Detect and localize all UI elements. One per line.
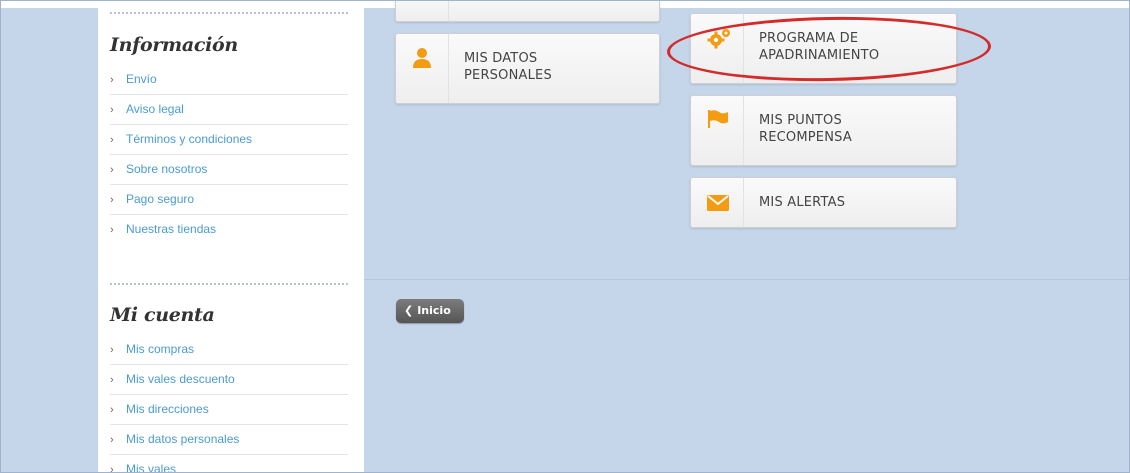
sidebar-item-label: Envío	[126, 72, 157, 86]
sidebar-item-label: Nuestras tiendas	[126, 222, 217, 236]
chevron-right-icon: ›	[110, 374, 114, 386]
sidebar-item-label: Mis vales descuento	[126, 372, 235, 386]
card-label: MIS ALERTAS	[759, 195, 846, 210]
card-label: PROGRAMA DE APADRINAMIENTO	[759, 30, 879, 64]
sidebar-item-label: Mis datos personales	[126, 432, 240, 446]
gears-icon	[707, 29, 730, 49]
card-programa-apadrinamiento[interactable]: PROGRAMA DE APADRINAMIENTO	[690, 13, 957, 84]
account-card-partial[interactable]	[395, 0, 660, 22]
sidebar-item-mis-compras[interactable]: › Mis compras	[110, 335, 348, 365]
chevron-right-icon: ›	[110, 344, 114, 356]
card-label-line: PERSONALES	[464, 68, 552, 83]
chevron-left-icon: ❮	[404, 304, 414, 317]
sidebar-item-terminos[interactable]: › Términos y condiciones	[110, 125, 348, 155]
user-icon	[413, 48, 431, 68]
card-divider	[743, 14, 744, 83]
sidebar-item-sobre-nosotros[interactable]: › Sobre nosotros	[110, 155, 348, 185]
section-title-mi-cuenta: Mi cuenta	[110, 304, 215, 326]
card-mis-alertas[interactable]: MIS ALERTAS	[690, 177, 957, 228]
card-label-line: MIS DATOS	[464, 51, 538, 66]
sidebar-item-nuestras-tiendas[interactable]: › Nuestras tiendas	[110, 215, 348, 245]
chevron-right-icon: ›	[110, 194, 114, 206]
card-label-line: APADRINAMIENTO	[759, 48, 880, 63]
card-mis-puntos-recompensa[interactable]: MIS PUNTOS RECOMPENSA	[690, 95, 957, 166]
envelope-icon	[707, 195, 729, 211]
chevron-right-icon: ›	[110, 224, 114, 236]
back-button-label: Inicio	[417, 304, 451, 317]
sidebar-item-label: Mis direcciones	[126, 402, 209, 416]
chevron-right-icon: ›	[110, 104, 114, 116]
chevron-right-icon: ›	[110, 434, 114, 446]
sidebar-item-mis-vales-descuento[interactable]: › Mis vales descuento	[110, 365, 348, 395]
card-label: MIS PUNTOS RECOMPENSA	[759, 112, 852, 146]
informacion-menu: › Envío › Aviso legal › Términos y condicio…	[110, 65, 348, 245]
sidebar-item-mis-direcciones[interactable]: › Mis direcciones	[110, 395, 348, 425]
sidebar-item-envio[interactable]: › Envío	[110, 65, 348, 95]
sidebar-item-aviso-legal[interactable]: › Aviso legal	[110, 95, 348, 125]
sidebar-item-label: Aviso legal	[126, 102, 184, 116]
card-label-line: PROGRAMA DE	[759, 31, 859, 46]
sidebar-divider	[110, 283, 348, 285]
card-divider	[743, 96, 744, 165]
chevron-right-icon: ›	[110, 464, 114, 473]
card-divider	[448, 0, 449, 21]
sidebar-item-mis-vales[interactable]: › Mis vales	[110, 455, 348, 473]
chevron-right-icon: ›	[110, 404, 114, 416]
sidebar-divider	[110, 12, 348, 14]
sidebar-item-label: Pago seguro	[126, 192, 195, 206]
sidebar-item-label: Términos y condiciones	[126, 132, 253, 146]
card-divider	[743, 178, 744, 227]
sidebar-item-label: Sobre nosotros	[126, 162, 208, 176]
card-label-line: RECOMPENSA	[759, 130, 852, 145]
chevron-right-icon: ›	[110, 74, 114, 86]
card-label: MIS DATOS PERSONALES	[464, 50, 552, 84]
mi-cuenta-menu: › Mis compras › Mis vales descuento › Mis d…	[110, 335, 348, 473]
section-title-informacion: Información	[110, 34, 238, 56]
card-label-line: MIS PUNTOS	[759, 113, 842, 128]
sidebar: Información › Envío › Aviso legal › Término…	[98, 0, 364, 473]
chevron-right-icon: ›	[110, 134, 114, 146]
chevron-right-icon: ›	[110, 164, 114, 176]
sidebar-item-mis-datos-personales[interactable]: › Mis datos personales	[110, 425, 348, 455]
back-home-button[interactable]: ❮ Inicio	[396, 299, 464, 323]
flag-icon	[708, 110, 728, 128]
sidebar-item-pago-seguro[interactable]: › Pago seguro	[110, 185, 348, 215]
sidebar-item-label: Mis compras	[126, 342, 195, 356]
content-divider	[364, 279, 1130, 280]
card-divider	[448, 34, 449, 103]
sidebar-item-label: Mis vales	[126, 462, 177, 473]
card-mis-datos-personales[interactable]: MIS DATOS PERSONALES	[395, 33, 660, 104]
